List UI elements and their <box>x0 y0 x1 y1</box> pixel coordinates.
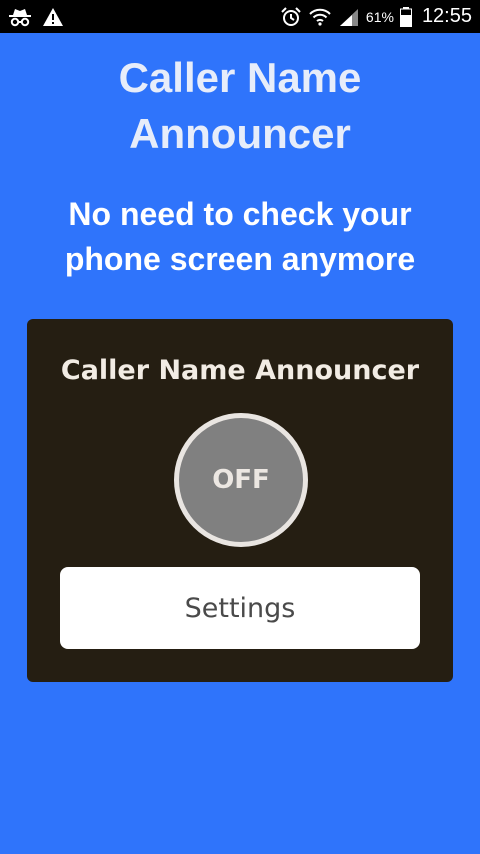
subtitle-line1: No need to check your <box>68 196 412 232</box>
battery-icon <box>399 6 412 27</box>
subtitle: No need to check your phone screen anymo… <box>0 192 480 282</box>
battery-percent: 61% <box>365 8 394 25</box>
status-bar-left <box>8 7 64 27</box>
app-title-line1: Caller Name <box>118 54 362 101</box>
signal-icon <box>338 7 360 27</box>
alarm-icon <box>280 6 302 28</box>
subtitle-line2: phone screen anymore <box>64 241 416 277</box>
announcer-card: Caller Name Announcer OFF Settings <box>27 319 453 682</box>
toggle-label: OFF <box>212 465 270 495</box>
clock: 12:55 <box>421 5 472 27</box>
power-toggle-button[interactable]: OFF <box>174 413 308 547</box>
card-title: Caller Name Announcer <box>60 355 420 386</box>
status-bar-right: 61% 12:55 <box>280 5 472 28</box>
settings-button[interactable]: Settings <box>60 567 420 649</box>
warning-icon <box>42 7 64 27</box>
app-title-line2: Announcer <box>129 110 351 157</box>
status-bar: 61% 12:55 <box>0 0 480 33</box>
wifi-icon <box>308 7 332 27</box>
app-title: Caller Name Announcer <box>0 50 480 162</box>
incognito-icon <box>8 7 32 27</box>
